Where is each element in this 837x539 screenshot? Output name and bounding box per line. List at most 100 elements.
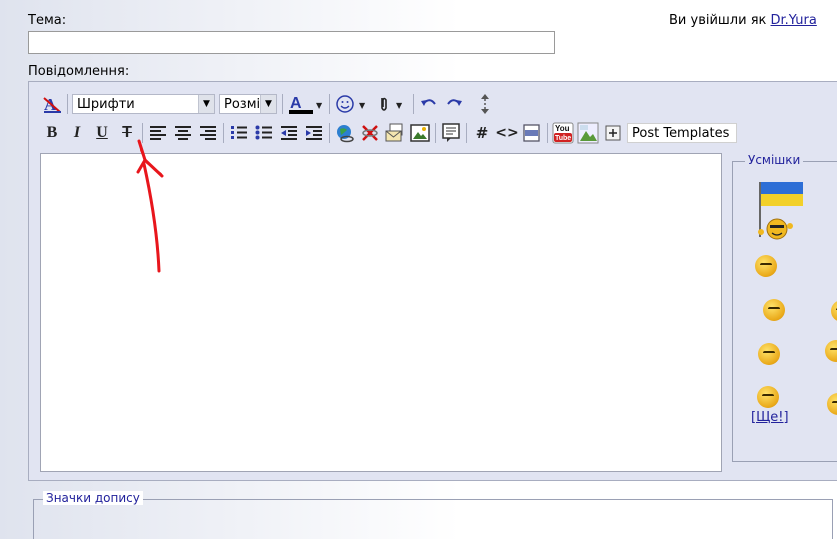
post-icons-fieldset: Значки допису <box>33 491 833 539</box>
insert-attachment-image-button[interactable] <box>577 122 599 144</box>
font-family-select[interactable]: Шрифти ▼ <box>72 94 215 114</box>
message-label: Повідомлення: <box>28 64 130 79</box>
annotation-arrow <box>136 139 164 273</box>
toolbar-separator <box>67 94 68 114</box>
subject-label: Тема: <box>28 13 67 28</box>
svg-text:You: You <box>555 124 570 133</box>
toolbar-separator <box>329 123 330 143</box>
unlink-icon <box>362 125 378 141</box>
ukraine-flag-smiley[interactable] <box>757 182 807 246</box>
smiley-icon[interactable] <box>763 299 785 321</box>
quote-icon <box>442 123 460 142</box>
outdent-button[interactable] <box>278 122 300 144</box>
login-status: Ви увійшли як Dr.Yura <box>669 13 817 28</box>
more-tools-button[interactable] <box>602 122 624 144</box>
svg-text:▼: ▼ <box>316 101 323 110</box>
font-family-select-value: Шрифти <box>77 96 135 112</box>
svg-text:▼: ▼ <box>396 101 403 110</box>
insert-email-button[interactable] <box>384 122 406 144</box>
more-smilies-link-label[interactable]: [Ще!] <box>751 410 789 425</box>
align-center-icon <box>175 126 191 140</box>
italic-button[interactable]: I <box>66 122 88 144</box>
insert-link-button[interactable] <box>334 122 356 144</box>
resize-vertical-icon <box>481 94 489 114</box>
chevron-down-icon: ▼ <box>198 95 214 113</box>
ordered-list-button[interactable] <box>228 122 250 144</box>
font-size-select[interactable]: Розмі ▼ <box>219 94 277 114</box>
wrap-code-button[interactable]: <> <box>495 122 519 144</box>
insert-image-button[interactable] <box>409 122 431 144</box>
smiley-icon[interactable] <box>827 393 837 415</box>
text-color-button[interactable]: A ▼ <box>287 93 325 115</box>
toolbar-separator <box>282 94 283 114</box>
ukraine-flag-smiley-icon <box>758 182 803 240</box>
underline-button[interactable]: U <box>91 122 113 144</box>
ordered-list-icon <box>231 126 247 139</box>
resize-editor-button[interactable] <box>474 93 496 115</box>
remove-format-icon: A <box>43 95 61 114</box>
smiley-icon[interactable] <box>831 300 837 322</box>
redo-icon <box>447 99 462 106</box>
undo-button[interactable] <box>418 93 440 115</box>
smilies-fieldset: Усмішки [Ще!] <box>732 153 837 462</box>
svg-text:Tube: Tube <box>555 135 571 142</box>
toolbar-separator <box>329 94 330 114</box>
underline-icon: U <box>96 124 108 141</box>
php-icon <box>523 124 540 142</box>
more-smilies-link[interactable]: [Ще!] <box>751 410 789 425</box>
attachment-menu-button[interactable]: ▼ <box>373 93 409 115</box>
toolbar-separator <box>547 123 548 143</box>
user-profile-link[interactable]: Dr.Yura <box>771 13 817 28</box>
globe-link-icon <box>337 125 354 143</box>
indent-button[interactable] <box>303 122 325 144</box>
subject-input[interactable] <box>28 31 555 54</box>
quote-button[interactable] <box>440 122 462 144</box>
post-icons-legend: Значки допису <box>43 491 143 505</box>
post-templates-select[interactable]: Post Templates <box>627 123 737 143</box>
bold-button[interactable]: B <box>41 122 63 144</box>
italic-icon: I <box>73 124 81 141</box>
font-size-select-value: Розмі <box>224 96 261 112</box>
outdent-icon <box>281 126 297 140</box>
post-templates-select-value: Post Templates <box>632 125 730 141</box>
bullet-list-icon <box>255 125 272 140</box>
align-center-button[interactable] <box>172 122 194 144</box>
align-right-icon <box>200 126 216 140</box>
bold-icon: B <box>46 124 58 141</box>
undo-icon <box>421 99 436 106</box>
toolbar-separator <box>466 123 467 143</box>
unordered-list-button[interactable] <box>253 122 275 144</box>
toolbar-separator <box>413 94 414 114</box>
picture-icon <box>577 122 599 144</box>
login-status-text: Ви увійшли як <box>669 13 771 28</box>
chevron-down-icon: ▼ <box>260 95 276 113</box>
text-color-icon: A ▼ <box>289 95 323 114</box>
smiley-icon: ▼ <box>336 95 366 113</box>
code-icon: <> <box>495 125 519 141</box>
smiley-icon[interactable] <box>758 343 780 365</box>
smiley-icon[interactable] <box>757 386 779 408</box>
insert-youtube-button[interactable]: You Tube <box>552 122 574 144</box>
wrap-hash-button[interactable]: # <box>471 122 493 144</box>
paperclip-icon: ▼ <box>381 97 403 111</box>
youtube-icon: You Tube <box>552 122 574 144</box>
plus-icon <box>605 125 621 141</box>
smilies-menu-button[interactable]: ▼ <box>334 93 370 115</box>
remove-link-button[interactable] <box>359 122 381 144</box>
align-right-button[interactable] <box>197 122 219 144</box>
smiley-icon[interactable] <box>825 340 837 362</box>
indent-icon <box>306 126 322 140</box>
redo-button[interactable] <box>443 93 465 115</box>
toolbar-row-1: A Шрифти ▼ Розмі ▼ A▼ ▼ ▼ <box>41 92 499 116</box>
toolbar-separator <box>435 123 436 143</box>
email-icon <box>385 123 403 142</box>
wrap-php-button[interactable] <box>521 122 543 144</box>
hash-icon: # <box>475 124 489 142</box>
image-icon <box>410 124 430 142</box>
remove-format-button[interactable]: A <box>41 93 63 115</box>
toolbar-separator <box>223 123 224 143</box>
smilies-legend: Усмішки <box>745 153 804 167</box>
svg-text:▼: ▼ <box>359 101 366 110</box>
svg-text:A: A <box>290 95 302 112</box>
smiley-icon[interactable] <box>755 255 777 277</box>
